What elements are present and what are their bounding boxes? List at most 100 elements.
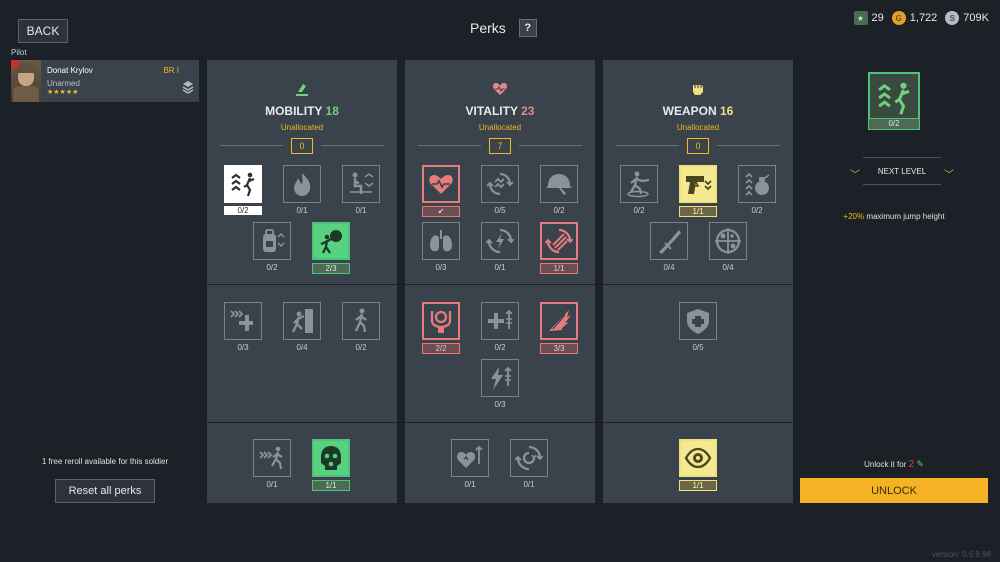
title-bar: Perks ? [470, 19, 537, 37]
perk-count: 0/3 [435, 263, 447, 272]
unlock-cost-label: Unlock it for [864, 460, 907, 469]
perk-count: 0/1 [355, 206, 367, 215]
currency-value: 1,722 [909, 12, 938, 24]
perk-energy-regen[interactable]: 0/1 [481, 222, 519, 272]
bonus-text: maximum jump height [864, 212, 945, 221]
perk-gas-mask[interactable]: 1/1 [312, 439, 350, 491]
pilot-label: Pilot [11, 48, 27, 57]
weapon-fist-icon [693, 85, 703, 95]
scroll-icon: ★ [853, 11, 868, 25]
selected-perk-preview: 0/2 [868, 72, 920, 130]
perk-count: 1/1 [540, 263, 578, 274]
perk-crouch[interactable]: 0/1 [342, 165, 380, 215]
perk-lungs[interactable]: 0/3 [422, 222, 460, 272]
perk-fire[interactable]: 0/1 [283, 165, 321, 215]
recovery-cycle-icon [515, 445, 543, 471]
perk-stamina-cycle[interactable]: 0/5 [481, 165, 519, 215]
perk-count: 0/4 [722, 263, 734, 272]
perk-melee-dash[interactable]: 0/2 [620, 165, 658, 215]
unallocated-points: 0 [291, 138, 313, 154]
weapon-title: WEAPON 16 [603, 104, 793, 118]
rank-icon [182, 81, 194, 94]
scroll-icon: ✎ [916, 459, 924, 469]
shield-icon [687, 309, 709, 334]
perk-eye[interactable]: 1/1 [679, 439, 717, 491]
perk-count: 2/2 [422, 343, 460, 354]
perk-grenade[interactable]: 0/2 [738, 165, 776, 215]
gold-coin-icon: G [891, 11, 906, 25]
perk-stamina-regen[interactable]: 1/1 [540, 222, 578, 274]
pilot-card[interactable]: Donat Krylov Unarmed ★★★★★ BR I [11, 60, 199, 102]
eye-icon [684, 447, 712, 469]
perk-count: 0/3 [237, 343, 249, 352]
perk-count: 0/2 [633, 206, 645, 215]
unallocated-label: Unallocated [280, 123, 324, 132]
perk-wings[interactable]: 3/3 [540, 302, 578, 354]
perk-jump-height[interactable]: 0/2 [224, 165, 262, 215]
perk-heart-monitor[interactable]: ✔ [422, 165, 460, 217]
grenade-icon [745, 172, 770, 196]
perk-walk[interactable]: 0/2 [342, 302, 380, 352]
perk-health-boost[interactable]: 0/2 [481, 302, 519, 352]
currency-value: 29 [871, 12, 884, 24]
pilot-equipment: Unarmed [47, 79, 80, 88]
perk-count: 0/4 [296, 343, 308, 352]
perk-energy-boost[interactable]: 0/3 [481, 359, 519, 409]
perk-pistol[interactable]: 1/1 [679, 165, 717, 217]
page-title: Perks [470, 20, 506, 36]
stamina-regen-icon [545, 228, 573, 254]
climb-icon [291, 309, 313, 333]
currency-value: 709K [963, 12, 989, 24]
perk-backpack[interactable]: 0/2 [253, 222, 291, 272]
vitality-heart-icon [492, 83, 508, 95]
mobility-column: MOBILITY 18 Unallocated 0 [207, 60, 397, 503]
perk-count: 0/1 [494, 263, 506, 272]
perk-helmet[interactable]: 0/2 [540, 165, 578, 215]
perk-count: 0/1 [523, 480, 535, 489]
heart-monitor-icon [429, 175, 453, 194]
perk-count: 0/1 [266, 480, 278, 489]
perk-knife[interactable]: 0/4 [650, 222, 688, 272]
perk-count: 0/2 [355, 343, 367, 352]
perk-recovery-cycle[interactable]: 0/1 [510, 439, 548, 489]
mobility-icon [296, 84, 308, 96]
tier-divider [207, 284, 792, 285]
perk-count: 1/1 [312, 480, 350, 491]
jump-height-icon [878, 82, 910, 115]
perk-count: 0/5 [494, 206, 506, 215]
unlock-button[interactable]: UNLOCK [800, 478, 988, 503]
tier-divider [207, 422, 792, 423]
battle-rating: BR I [163, 66, 179, 75]
perk-count: 0/3 [494, 400, 506, 409]
backpack-icon [263, 229, 285, 252]
crosshair-icon [715, 228, 741, 254]
chevron-down-icon: ﹀ [944, 170, 954, 181]
perk-shield[interactable]: 0/5 [679, 302, 717, 352]
perk-count: 2/3 [312, 263, 350, 274]
next-level-label: NEXT LEVEL [877, 167, 927, 176]
column-name: VITALITY [465, 104, 518, 118]
version-label: version: 0.6.9.98 [931, 550, 991, 559]
unallocated-points: 7 [489, 138, 511, 154]
column-points: 23 [521, 104, 535, 118]
perk-endurance[interactable]: 2/2 [422, 302, 460, 354]
perk-count: ✔ [422, 206, 460, 217]
perk-throw[interactable]: 2/3 [312, 222, 350, 274]
back-button[interactable]: BACK [18, 19, 68, 43]
perk-count: 3/3 [540, 343, 578, 354]
unlock-price: 2 [908, 459, 915, 470]
lungs-icon [430, 230, 452, 252]
vitality-column: VITALITY 23 Unallocated 7 [405, 60, 595, 503]
energy-regen-icon [486, 228, 514, 254]
perk-climb[interactable]: 0/4 [283, 302, 321, 352]
help-button[interactable]: ? [518, 19, 537, 37]
avatar [11, 60, 41, 102]
reset-all-perks-button[interactable]: Reset all perks [55, 479, 155, 503]
column-name: MOBILITY [265, 104, 323, 118]
perk-heart-boost[interactable]: 0/1 [451, 439, 489, 489]
unallocated-points: 0 [687, 138, 709, 154]
perk-count: 0/4 [663, 263, 675, 272]
perk-crosshair[interactable]: 0/4 [709, 222, 747, 272]
perk-sprint-heal[interactable]: 0/3 [224, 302, 262, 352]
perk-fast-run[interactable]: 0/1 [253, 439, 291, 489]
